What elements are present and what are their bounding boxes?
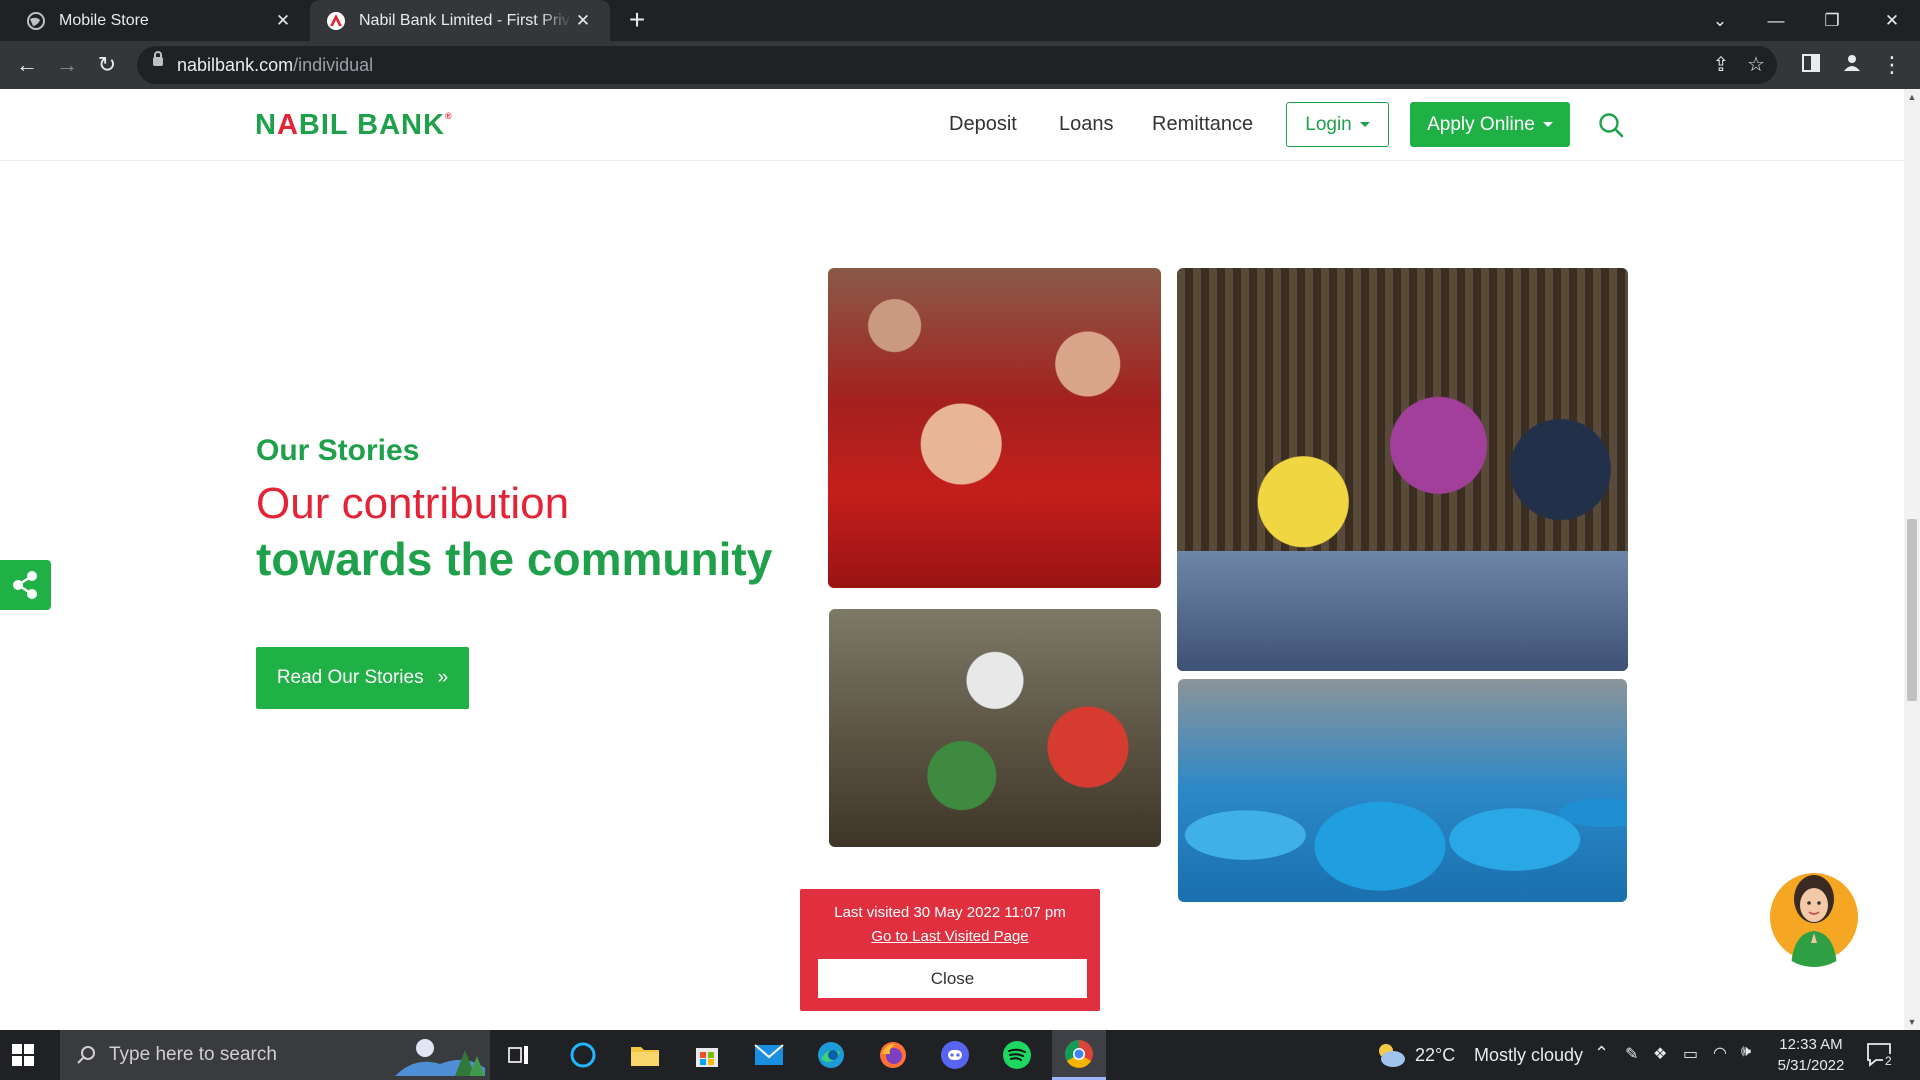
tab-mobile-store[interactable]: Mobile Store ✕	[10, 0, 310, 41]
tab-nabil-bank[interactable]: Nabil Bank Limited - First Private ✕	[310, 0, 610, 41]
read-our-stories-button[interactable]: Read Our Stories »	[256, 647, 469, 709]
close-tab-icon[interactable]: ✕	[272, 11, 294, 31]
chat-assistant-avatar-icon[interactable]	[1769, 859, 1859, 967]
read-our-stories-label: Read Our Stories	[276, 667, 424, 688]
profile-icon[interactable]	[1836, 49, 1868, 81]
nabil-bank-logo[interactable]: NABIL BANK®	[255, 109, 453, 142]
discord-icon[interactable]	[928, 1030, 982, 1080]
go-to-last-visited-link[interactable]: Go to Last Visited Page	[800, 928, 1100, 945]
edge-browser-icon[interactable]	[804, 1030, 858, 1080]
battery-icon[interactable]: ▭	[1683, 1044, 1698, 1064]
double-chevron-right-icon: »	[437, 667, 449, 688]
tab-search-chevron-icon[interactable]: ⌄	[1692, 0, 1748, 41]
search-icon[interactable]	[1598, 112, 1624, 138]
pen-tray-icon[interactable]: ✎	[1625, 1044, 1638, 1064]
last-visited-popup: Last visited 30 May 2022 11:07 pm Go to …	[800, 889, 1100, 1011]
microsoft-store-icon[interactable]	[680, 1030, 734, 1080]
url-text: nabilbank.com/individual	[177, 55, 374, 75]
close-tab-icon[interactable]: ✕	[572, 11, 594, 31]
spotify-icon[interactable]	[990, 1030, 1044, 1080]
globe-icon	[26, 11, 46, 31]
tab-title: Mobile Store	[59, 11, 149, 29]
reload-icon[interactable]: ↻	[91, 49, 123, 81]
browser-menu-icon[interactable]: ⋮	[1876, 49, 1908, 81]
forward-arrow-icon[interactable]: →	[51, 49, 83, 81]
wifi-icon[interactable]: ◠	[1713, 1043, 1727, 1063]
nav-loans[interactable]: Loans	[1059, 113, 1114, 136]
restore-icon[interactable]: ❐	[1804, 0, 1860, 41]
scroll-down-arrow-icon[interactable]: ▼	[1904, 1014, 1920, 1030]
cortana-icon[interactable]	[556, 1030, 610, 1080]
share-icon	[13, 571, 37, 599]
section-headline-line1: Our contribution	[256, 479, 570, 528]
photo-girls-in-red	[828, 268, 1161, 588]
last-visited-message: Last visited 30 May 2022 11:07 pm	[834, 904, 1066, 921]
site-header: NABIL BANK® Deposit Loans Remittance Log…	[0, 89, 1904, 161]
weather-cloud-icon[interactable]	[1376, 1042, 1406, 1068]
apply-online-dropdown-button[interactable]: Apply Online	[1410, 102, 1570, 147]
windows-start-icon[interactable]	[12, 1044, 34, 1066]
clock-time: 12:33 AM	[1779, 1036, 1843, 1053]
nav-remittance[interactable]: Remittance	[1152, 113, 1253, 136]
system-clock[interactable]: 12:33 AM 5/31/2022	[1775, 1034, 1847, 1076]
taskbar-search-placeholder: Type here to search	[109, 1044, 277, 1065]
side-panel-icon[interactable]	[1795, 49, 1827, 81]
browser-tab-strip: Mobile Store ✕ Nabil Bank Limited - Firs…	[0, 0, 1920, 41]
address-bar[interactable]: nabilbank.com/individual ⇪ ☆	[137, 46, 1777, 84]
task-view-icon[interactable]	[492, 1030, 546, 1080]
minimize-icon[interactable]: —	[1748, 0, 1804, 41]
weather-temperature[interactable]: 22°C	[1415, 1045, 1455, 1066]
web-page: NABIL BANK® Deposit Loans Remittance Log…	[0, 89, 1904, 1030]
show-hidden-icons-chevron-icon[interactable]: ⌃	[1594, 1043, 1609, 1064]
caret-down-icon	[1542, 122, 1553, 127]
close-window-icon[interactable]: ✕	[1864, 0, 1920, 41]
share-button[interactable]	[0, 560, 51, 610]
mail-icon[interactable]	[742, 1030, 796, 1080]
search-icon	[77, 1046, 95, 1064]
new-tab-button[interactable]: +	[622, 4, 652, 36]
share-page-icon[interactable]: ⇪	[1706, 50, 1736, 80]
search-highlight-illustration-icon	[395, 1039, 485, 1076]
login-dropdown-button[interactable]: Login	[1286, 102, 1389, 147]
scrollbar-thumb[interactable]	[1907, 519, 1917, 701]
volume-icon[interactable]: 🕪	[1741, 1043, 1751, 1061]
nav-deposit[interactable]: Deposit	[949, 113, 1017, 136]
file-explorer-icon[interactable]	[618, 1030, 672, 1080]
scroll-up-arrow-icon[interactable]: ▲	[1904, 89, 1920, 105]
lock-icon	[153, 51, 163, 66]
browser-toolbar: ← → ↻ nabilbank.com/individual ⇪ ☆ ⋮	[0, 41, 1920, 89]
chrome-icon[interactable]	[1052, 1030, 1106, 1080]
section-eyebrow: Our Stories	[256, 434, 420, 467]
apply-online-label: Apply Online	[1427, 113, 1535, 135]
tab-title: Nabil Bank Limited - First Private	[359, 11, 572, 29]
windows-taskbar: Type here to search 22°C Mostly cloudy ⌃…	[0, 1030, 1920, 1080]
nabil-bank-favicon-icon	[326, 11, 346, 31]
dropbox-icon[interactable]: ❖	[1653, 1044, 1667, 1064]
clock-date: 5/31/2022	[1777, 1057, 1845, 1074]
photo-oxygen-cylinders	[1178, 679, 1627, 902]
taskbar-search-box[interactable]: Type here to search	[60, 1030, 490, 1080]
login-label: Login	[1305, 113, 1352, 135]
back-arrow-icon[interactable]: ←	[11, 49, 43, 81]
close-popup-button[interactable]: Close	[818, 959, 1087, 998]
bookmark-star-icon[interactable]: ☆	[1741, 50, 1771, 80]
firefox-icon[interactable]	[866, 1030, 920, 1080]
weather-description[interactable]: Mostly cloudy	[1474, 1045, 1583, 1066]
photo-children-group	[1177, 268, 1628, 671]
photo-volunteers-cleanup	[829, 609, 1161, 847]
caret-down-icon	[1359, 122, 1370, 127]
section-headline-line2: towards the community	[256, 533, 773, 585]
page-scrollbar[interactable]: ▲ ▼	[1904, 89, 1920, 1030]
notification-count-badge: 2	[1883, 1054, 1894, 1068]
